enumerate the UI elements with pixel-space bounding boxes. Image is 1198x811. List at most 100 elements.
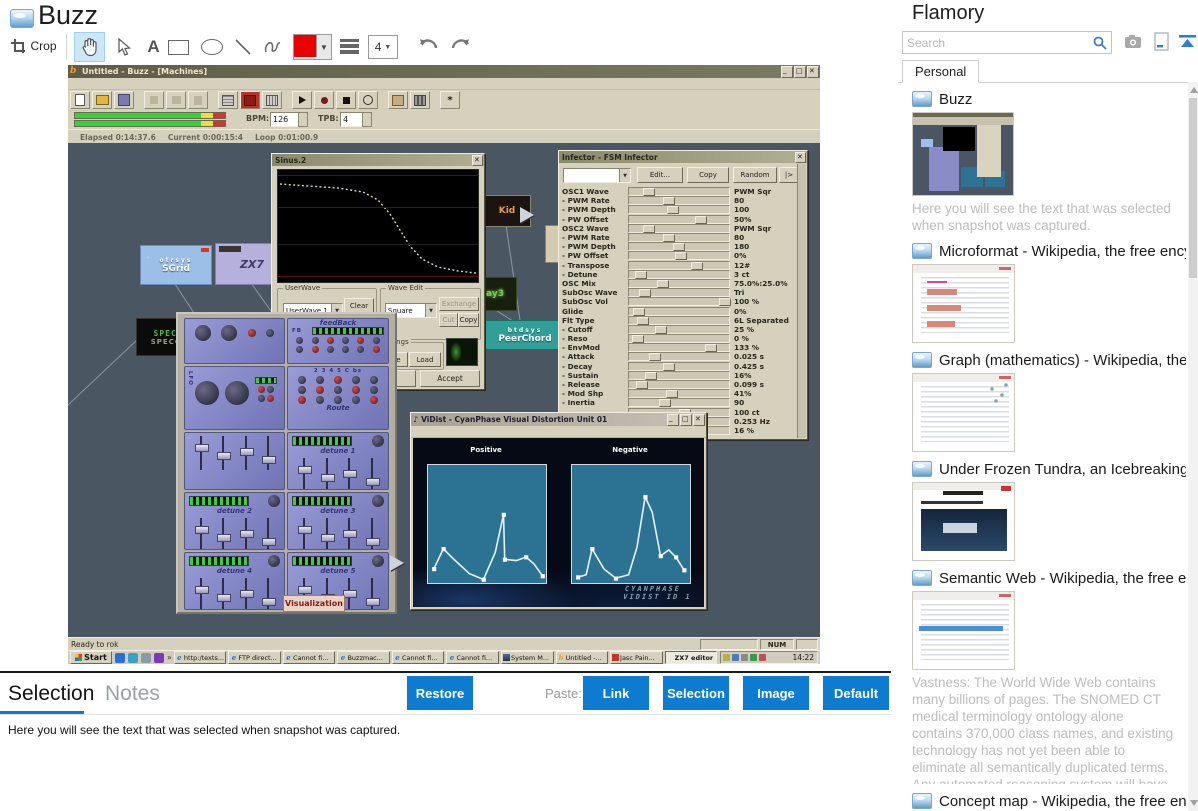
slider-thumb[interactable] (667, 206, 679, 214)
positive-curve-panel[interactable] (427, 464, 547, 584)
slider[interactable] (194, 436, 208, 470)
close-icon[interactable] (795, 152, 806, 163)
slider-thumb[interactable] (635, 271, 647, 279)
waveform-display[interactable] (277, 169, 479, 283)
snapshot-list-item[interactable]: Buzz Here you will see the text that was… (912, 90, 1186, 234)
start-button[interactable]: Start (70, 651, 112, 664)
slider[interactable] (342, 458, 356, 490)
snapshot-title[interactable]: Concept map - Wikipedia, the free encycl… (939, 793, 1186, 810)
taskbar-button[interactable]: System M... (501, 651, 554, 664)
slider[interactable] (194, 518, 208, 550)
paste-selection-button[interactable]: Selection (663, 676, 729, 710)
tab-selection[interactable]: Selection (8, 682, 94, 706)
slider-thumb[interactable] (655, 326, 667, 334)
param-slider[interactable] (628, 362, 730, 371)
maximize-icon[interactable] (680, 414, 692, 426)
machine-view-icon[interactable] (240, 91, 260, 109)
infector-scrollbar[interactable] (797, 164, 806, 438)
param-slider[interactable] (628, 297, 730, 306)
paste-image-button[interactable]: Image (743, 676, 809, 710)
accept-button[interactable]: Accept (420, 370, 480, 387)
quicklaunch-more-icon[interactable]: » (167, 653, 172, 662)
slider[interactable] (261, 436, 275, 470)
rack-module-detune[interactable]: detune 1 (287, 432, 389, 490)
param-slider[interactable] (628, 389, 730, 398)
tray-icon[interactable] (741, 654, 748, 661)
bpm-value[interactable]: 126 (270, 112, 300, 127)
search-box[interactable] (902, 31, 1112, 54)
slider-thumb[interactable] (673, 243, 685, 251)
flamory-logo-icon[interactable] (1178, 33, 1197, 50)
freehand-tool-button[interactable] (257, 32, 288, 62)
slider-thumb[interactable] (705, 344, 717, 352)
slider-thumb[interactable] (632, 335, 644, 343)
loop-icon[interactable] (358, 91, 378, 109)
param-slider[interactable] (628, 233, 730, 242)
paste-default-button[interactable]: Default (823, 676, 889, 710)
line-tool-button[interactable] (227, 32, 258, 62)
slider[interactable] (261, 578, 275, 610)
copy-button[interactable]: Copy (458, 313, 479, 327)
slider-thumb[interactable] (719, 298, 731, 306)
slider-thumb[interactable] (637, 317, 649, 325)
quicklaunch-media-icon[interactable] (154, 653, 164, 663)
random-button[interactable]: Random (733, 167, 777, 183)
slider-thumb[interactable] (649, 353, 661, 361)
seq-editor-icon[interactable] (388, 91, 408, 109)
knob[interactable] (195, 325, 211, 341)
cut-button[interactable]: Cut (439, 313, 458, 327)
rack-module-feedback[interactable]: feedBack FB (287, 318, 389, 364)
snapshot-list-item[interactable]: Microformat - Wikipedia, the free encycl… (912, 242, 1186, 343)
new-note-icon[interactable] (1154, 32, 1169, 51)
snapshot-thumbnail[interactable] (912, 373, 1015, 452)
stroke-width-button[interactable] (340, 32, 359, 60)
close-icon[interactable] (472, 155, 483, 166)
taskbar-button[interactable]: Buzzmac... (337, 651, 390, 664)
tray-icon[interactable] (723, 654, 730, 661)
param-slider[interactable] (628, 380, 730, 389)
slider[interactable] (320, 458, 334, 490)
tray-icon[interactable] (759, 654, 766, 661)
slider-thumb[interactable] (663, 363, 675, 371)
taskbar-button[interactable]: http:/texts... (174, 651, 227, 664)
snapshot-list-item[interactable]: Concept map - Wikipedia, the free encycl… (912, 792, 1186, 811)
lfo-knob[interactable] (225, 381, 249, 405)
slider-thumb[interactable] (666, 390, 678, 398)
slider[interactable] (216, 578, 230, 610)
snapshot-list[interactable]: Buzz Here you will see the text that was… (898, 82, 1186, 811)
snapshot-thumbnail[interactable] (912, 112, 1014, 196)
rack-module-detune[interactable] (184, 432, 285, 490)
slider[interactable] (297, 458, 311, 490)
tray-icon[interactable] (732, 654, 739, 661)
taskbar-button[interactable]: Cannot fi... (283, 651, 336, 664)
knob[interactable] (266, 329, 274, 337)
paste-icon[interactable] (188, 91, 208, 109)
knob[interactable] (248, 329, 256, 337)
tab-notes[interactable]: Notes (105, 682, 160, 706)
wavetable-icon[interactable] (410, 91, 430, 109)
param-slider[interactable] (628, 371, 730, 380)
ellipse-tool-button[interactable] (196, 32, 227, 62)
tpb-spinner[interactable] (362, 112, 372, 127)
snapshot-title[interactable]: Graph (mathematics) - Wikipedia, the fre… (939, 352, 1186, 369)
undo-button[interactable] (413, 32, 443, 60)
snapshot-thumbnail[interactable] (912, 591, 1015, 670)
pattern-view-icon[interactable] (218, 91, 238, 109)
param-slider[interactable] (628, 261, 730, 270)
copy-button[interactable]: Copy (687, 167, 729, 183)
tray-icon[interactable] (750, 654, 757, 661)
lfo-knob[interactable] (195, 381, 219, 405)
slider-thumb[interactable] (643, 188, 655, 196)
param-slider[interactable] (628, 224, 730, 233)
param-slider[interactable] (628, 352, 730, 361)
select-tool-button[interactable] (108, 32, 139, 62)
color-picker[interactable]: ▼ (293, 34, 332, 60)
camera-icon[interactable] (1124, 34, 1142, 49)
preset-select[interactable]: ▼ (563, 168, 631, 183)
sidebar-scrollbar[interactable] (1188, 82, 1198, 811)
vidist-titlebar[interactable]: ♪ ViDist - CyanPhase Visual Distortion U… (411, 413, 706, 426)
snapshot-title[interactable]: Under Frozen Tundra, an Icebreaking Ship… (939, 461, 1186, 478)
slider[interactable] (239, 518, 253, 550)
stroke-size-select[interactable]: 4▼ (368, 35, 398, 59)
rack-module-knobs[interactable] (184, 318, 285, 364)
